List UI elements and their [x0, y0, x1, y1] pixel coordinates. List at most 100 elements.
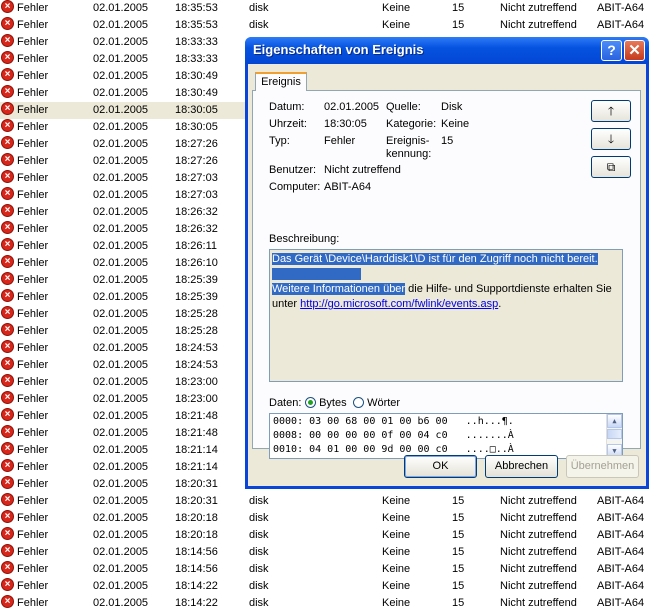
- uhrzeit-label: Uhrzeit:: [269, 118, 307, 130]
- event-time: 18:26:11: [175, 240, 218, 252]
- cancel-button[interactable]: Abbrechen: [485, 455, 558, 478]
- kategorie-label: Kategorie:: [386, 118, 437, 130]
- error-icon: ×: [1, 34, 14, 47]
- apply-button[interactable]: Übernehmen: [566, 455, 639, 478]
- description-textbox[interactable]: Das Gerät \Device\Harddisk1\D ist für de…: [269, 249, 623, 382]
- event-type: Fehler: [17, 257, 49, 269]
- next-event-button[interactable]: 🡓: [591, 128, 631, 150]
- error-icon: ×: [1, 595, 14, 608]
- event-time: 18:20:18: [175, 529, 218, 541]
- event-category: Keine: [382, 563, 411, 575]
- event-computer: ABIT-A64: [597, 580, 645, 592]
- event-time: 18:23:00: [175, 376, 218, 388]
- event-type: Fehler: [17, 189, 49, 201]
- quelle-label: Quelle:: [386, 101, 421, 113]
- error-icon: ×: [1, 204, 14, 217]
- benutzer-value: Nicht zutreffend: [324, 164, 401, 176]
- event-source: disk: [249, 580, 269, 592]
- data-scrollbar[interactable]: ▲ ▼: [606, 414, 622, 458]
- error-icon: ×: [1, 272, 14, 285]
- close-button[interactable]: ✕: [624, 40, 645, 61]
- event-date: 02.01.2005: [93, 580, 149, 592]
- scroll-up-icon[interactable]: ▲: [607, 414, 622, 428]
- radio-words-indicator[interactable]: [353, 397, 364, 408]
- event-type: Fehler: [17, 155, 49, 167]
- event-type: Fehler: [17, 19, 49, 31]
- event-user: Nicht zutreffend: [500, 580, 577, 592]
- event-date: 02.01.2005: [93, 19, 149, 31]
- error-icon: ×: [1, 306, 14, 319]
- error-icon: ×: [1, 238, 14, 251]
- event-category: Keine: [382, 546, 411, 558]
- error-icon: ×: [1, 374, 14, 387]
- event-date: 02.01.2005: [93, 376, 149, 388]
- data-label: Daten:: [269, 397, 302, 409]
- table-row[interactable]: × Fehler 02.01.2005 18:20:18 disk Keine 15 Nich…: [0, 527, 649, 544]
- table-row[interactable]: × Fehler 02.01.2005 18:20:31 disk Keine 15 Nich…: [0, 493, 649, 510]
- table-row[interactable]: × Fehler 02.01.2005 18:14:22 disk Keine 15 Nich…: [0, 595, 649, 612]
- copy-button[interactable]: ⧉: [591, 156, 631, 178]
- event-time: 18:30:05: [175, 104, 218, 116]
- event-type: Fehler: [17, 240, 49, 252]
- event-source: disk: [249, 546, 269, 558]
- radio-bytes[interactable]: Bytes: [305, 396, 347, 410]
- table-row[interactable]: × Fehler 02.01.2005 18:20:18 disk Keine 15 Nich…: [0, 510, 649, 527]
- error-icon: ×: [1, 544, 14, 557]
- data-hex-box[interactable]: 0000: 03 00 68 00 01 00 b6 00 ..h...¶. 0…: [269, 413, 623, 459]
- help-button[interactable]: ?: [601, 40, 622, 61]
- benutzer-label: Benutzer:: [269, 164, 317, 176]
- radio-bytes-label: Bytes: [319, 397, 347, 409]
- event-type: Fehler: [17, 2, 49, 14]
- scroll-thumb[interactable]: [607, 429, 622, 439]
- event-time: 18:30:05: [175, 121, 218, 133]
- error-icon: ×: [1, 255, 14, 268]
- event-user: Nicht zutreffend: [500, 512, 577, 524]
- error-icon: ×: [1, 442, 14, 455]
- event-time: 18:21:48: [175, 410, 218, 422]
- event-date: 02.01.2005: [93, 427, 149, 439]
- table-row[interactable]: × Fehler 02.01.2005 18:14:56 disk Keine 15 Nich…: [0, 544, 649, 561]
- tab-ereignis[interactable]: Ereignis: [255, 72, 307, 91]
- error-icon: ×: [1, 340, 14, 353]
- table-row[interactable]: × Fehler 02.01.2005 18:35:53 disk Keine 15 Nich…: [0, 17, 649, 34]
- event-id: 15: [452, 495, 465, 507]
- error-icon: ×: [1, 357, 14, 370]
- event-date: 02.01.2005: [93, 70, 149, 82]
- event-date: 02.01.2005: [93, 529, 149, 541]
- radio-bytes-indicator[interactable]: [305, 397, 316, 408]
- event-time: 18:21:14: [175, 461, 218, 473]
- description-line-2-rest: die Hilfe- und Supportdienste erhalten S…: [405, 283, 612, 295]
- event-type: Fehler: [17, 461, 49, 473]
- table-row[interactable]: × Fehler 02.01.2005 18:14:22 disk Keine 15 Nich…: [0, 578, 649, 595]
- event-date: 02.01.2005: [93, 121, 149, 133]
- radio-words[interactable]: Wörter: [353, 396, 400, 410]
- ok-button[interactable]: OK: [404, 455, 477, 478]
- dialog-client-area: Ereignis Datum: 02.01.2005 Quelle: Disk …: [248, 64, 646, 486]
- hex-line: 0008: 00 00 00 00 0f 00 04 c0 .......À: [273, 430, 514, 441]
- event-type: Fehler: [17, 274, 49, 286]
- help-link[interactable]: http://go.microsoft.com/fwlink/events.as…: [300, 298, 498, 310]
- table-row[interactable]: × Fehler 02.01.2005 18:35:53 disk Keine 15 Nich…: [0, 0, 649, 17]
- event-source: disk: [249, 495, 269, 507]
- arrow-down-icon: 🡓: [607, 132, 615, 146]
- error-icon: ×: [1, 102, 14, 115]
- table-row[interactable]: × Fehler 02.01.2005 18:14:56 disk Keine 15 Nich…: [0, 561, 649, 578]
- event-type: Fehler: [17, 308, 49, 320]
- event-category: Keine: [382, 529, 411, 541]
- previous-event-button[interactable]: 🡑: [591, 100, 631, 122]
- description-line-2-selected: Weitere Informationen über: [272, 283, 406, 295]
- event-type: Fehler: [17, 495, 49, 507]
- dialog-titlebar[interactable]: Eigenschaften von Ereignis ? ✕: [245, 37, 649, 64]
- event-source: disk: [249, 597, 269, 609]
- event-date: 02.01.2005: [93, 410, 149, 422]
- event-date: 02.01.2005: [93, 308, 149, 320]
- description-line-3-suffix: .: [498, 298, 502, 310]
- event-type: Fehler: [17, 206, 49, 218]
- event-date: 02.01.2005: [93, 189, 149, 201]
- event-time: 18:21:14: [175, 444, 218, 456]
- uhrzeit-value: 18:30:05: [324, 118, 367, 130]
- event-type: Fehler: [17, 36, 49, 48]
- event-id: 15: [452, 580, 465, 592]
- event-source: disk: [249, 529, 269, 541]
- event-time: 18:26:10: [175, 257, 218, 269]
